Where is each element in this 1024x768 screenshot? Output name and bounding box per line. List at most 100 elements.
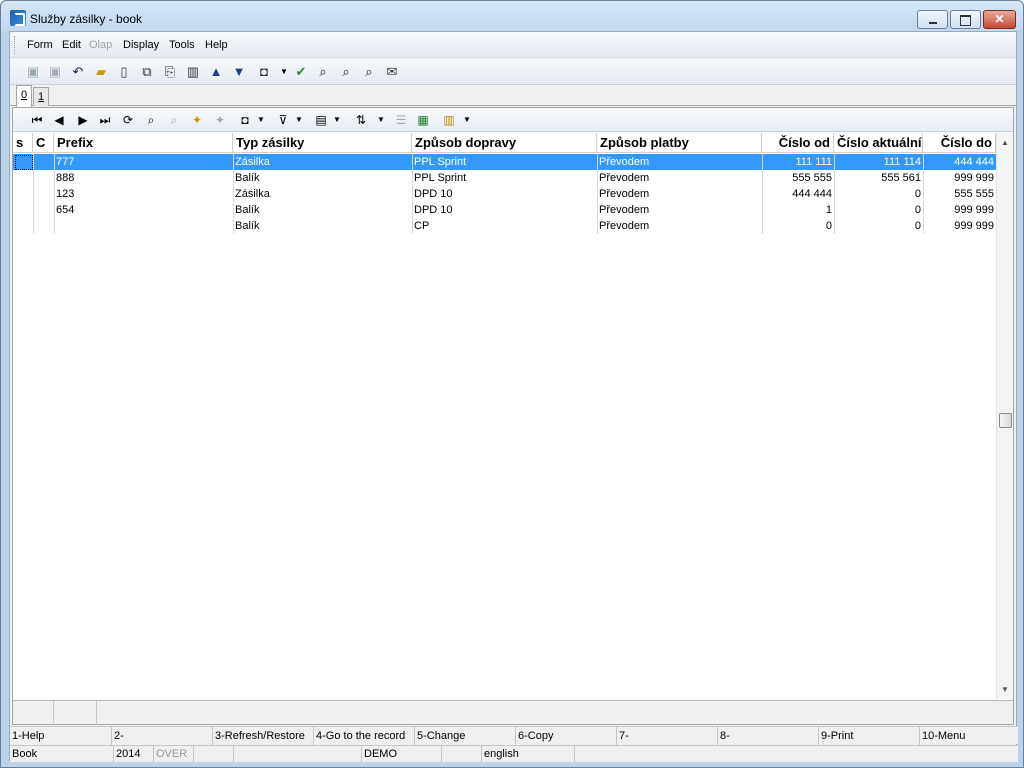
tab-0-label: 0 bbox=[20, 89, 28, 101]
vertical-scrollbar[interactable]: ▲ ▼ bbox=[996, 133, 1013, 699]
cell-cislo-aktualni: 111 114 bbox=[883, 156, 921, 168]
column-header-c[interactable]: C bbox=[33, 133, 54, 153]
undo-icon[interactable]: ↶ bbox=[70, 64, 86, 80]
move-down-icon[interactable]: ▼ bbox=[231, 64, 247, 80]
mark-add-icon[interactable]: ✦ bbox=[189, 112, 205, 128]
book-icon[interactable]: ▥ bbox=[185, 64, 201, 80]
report-icon[interactable]: ▥ bbox=[441, 112, 457, 128]
camera-dropdown-icon[interactable]: ▼ bbox=[276, 64, 292, 80]
open-folder-icon[interactable]: ▰ bbox=[93, 64, 109, 80]
maximize-icon bbox=[951, 12, 980, 26]
refresh-check-icon[interactable]: ✔ bbox=[293, 64, 309, 80]
menu-help[interactable]: Help bbox=[205, 39, 228, 51]
menu-edit[interactable]: Edit bbox=[62, 39, 81, 51]
app-icon bbox=[10, 10, 26, 26]
column-header-zpusob-dopravy[interactable]: Způsob dopravy bbox=[412, 133, 597, 153]
fkey-8[interactable]: 8- bbox=[717, 727, 818, 745]
scroll-thumb[interactable] bbox=[999, 413, 1012, 428]
fkey-2[interactable]: 2- bbox=[111, 727, 212, 745]
tab-1-label: 1 bbox=[37, 91, 45, 103]
column-header-prefix[interactable]: Prefix bbox=[54, 133, 233, 153]
columns-dropdown-icon[interactable]: ▼ bbox=[333, 112, 341, 128]
fkey-7[interactable]: 7- bbox=[616, 727, 717, 745]
table-row[interactable]: 888 Balík PPL Sprint Převodem 555 555 555 561… bbox=[13, 170, 996, 186]
refresh-icon[interactable]: ⟳ bbox=[120, 112, 136, 128]
column-header-typ-zasilky[interactable]: Typ zásilky bbox=[233, 133, 412, 153]
fkey-9[interactable]: 9-Print bbox=[818, 727, 919, 745]
column-separator bbox=[33, 154, 34, 234]
camera-dropdown-icon[interactable]: ▼ bbox=[257, 112, 265, 128]
columns-icon[interactable]: ▤ bbox=[313, 112, 329, 128]
menu-display[interactable]: Display bbox=[123, 39, 159, 51]
column-header-cislo-do[interactable]: Číslo do bbox=[923, 133, 996, 153]
next-record-icon[interactable]: ▶ bbox=[75, 112, 91, 128]
column-header-s[interactable]: s bbox=[13, 133, 33, 153]
table-row[interactable]: Balík CP Převodem 0 0 999 999 bbox=[13, 218, 996, 234]
filter-dropdown-icon[interactable]: ▼ bbox=[295, 112, 303, 128]
minimize-button[interactable] bbox=[917, 10, 948, 29]
new-document-icon[interactable]: ▯ bbox=[116, 64, 132, 80]
cell-zpusob-dopravy: PPL Sprint bbox=[414, 156, 467, 168]
table-row[interactable]: 777 Zásilka PPL Sprint Převodem 111 111 111 1… bbox=[13, 154, 996, 170]
mail-icon[interactable]: ✉ bbox=[384, 64, 400, 80]
cell-typ-zasilky: Zásilka bbox=[235, 156, 270, 168]
cell-prefix: 654 bbox=[56, 204, 75, 216]
fkey-1[interactable]: 1-Help bbox=[10, 727, 111, 745]
column-header-zpusob-platby[interactable]: Způsob platby bbox=[597, 133, 762, 153]
fkey-4[interactable]: 4-Go to the record bbox=[313, 727, 414, 745]
previous-record-icon[interactable]: ◀ bbox=[51, 112, 67, 128]
window-title: Služby zásilky - book bbox=[30, 12, 143, 26]
report-dropdown-icon[interactable]: ▼ bbox=[463, 112, 471, 128]
table-row[interactable]: 123 Zásilka DPD 10 Převodem 444 444 0 555 555 bbox=[13, 186, 996, 202]
sort-dropdown-icon[interactable]: ▼ bbox=[377, 112, 385, 128]
menu-bar: Form Edit Olap Display Tools Help bbox=[10, 32, 1016, 58]
column-separator bbox=[834, 154, 835, 234]
column-separator bbox=[762, 154, 763, 234]
copy-icon[interactable]: ⧉ bbox=[139, 64, 155, 80]
close-icon: ✕ bbox=[994, 12, 1005, 26]
main-toolbar: ▣ ▣ ↶ ▰ ▯ ⧉ ⎘ ▥ ▲ ▼ ◘ ▼ ✔ ⌕ ⌕ ⌕ ✉ bbox=[10, 59, 1016, 85]
minimize-icon bbox=[918, 12, 947, 24]
status-empty-3 bbox=[442, 746, 482, 763]
column-separator bbox=[597, 154, 598, 234]
menu-form[interactable]: Form bbox=[27, 39, 53, 51]
fkey-3[interactable]: 3-Refresh/Restore bbox=[212, 727, 313, 745]
cell-zpusob-dopravy: DPD 10 bbox=[414, 188, 453, 200]
sort-icon[interactable]: ⇅ bbox=[353, 112, 369, 128]
find-edit-icon[interactable]: ⌕ bbox=[361, 64, 377, 80]
paste-icon[interactable]: ⎘ bbox=[162, 64, 178, 80]
tab-1[interactable]: 1 bbox=[33, 87, 49, 106]
camera-icon[interactable]: ◘ bbox=[237, 112, 253, 128]
cell-zpusob-platby: Převodem bbox=[599, 172, 650, 184]
save-all-icon: ▣ bbox=[48, 64, 62, 79]
table-row[interactable]: 654 Balík DPD 10 Převodem 1 0 999 999 bbox=[13, 202, 996, 218]
footer-separator bbox=[53, 701, 54, 725]
records-grid: s C Prefix Typ zásilky Způsob dopravy Zp… bbox=[13, 133, 1013, 699]
scroll-down-icon[interactable]: ▼ bbox=[997, 682, 1013, 698]
menu-olap: Olap bbox=[89, 39, 113, 51]
fkey-6[interactable]: 6-Copy bbox=[515, 727, 616, 745]
find-icon[interactable]: ⌕ bbox=[315, 64, 331, 80]
tab-0[interactable]: 0 bbox=[16, 85, 32, 107]
cell-typ-zasilky: Balík bbox=[235, 172, 260, 184]
fkey-10[interactable]: 10-Menu bbox=[919, 727, 1018, 745]
first-record-icon[interactable]: ⏮ bbox=[29, 112, 45, 128]
filter-icon[interactable]: ⊽ bbox=[275, 112, 291, 128]
cell-cislo-do: 999 999 bbox=[954, 220, 994, 232]
fkey-5[interactable]: 5-Change bbox=[414, 727, 515, 745]
menu-tools[interactable]: Tools bbox=[169, 39, 195, 51]
maximize-button[interactable] bbox=[950, 10, 981, 29]
column-header-cislo-aktualni[interactable]: Číslo aktuální bbox=[834, 133, 923, 153]
move-up-icon[interactable]: ▲ bbox=[208, 64, 224, 80]
app-window: Služby zásilky - book ✕ Form Edit Olap D… bbox=[0, 0, 1024, 768]
close-button[interactable]: ✕ bbox=[983, 10, 1016, 29]
title-bar[interactable]: Služby zásilky - book ✕ bbox=[1, 1, 1023, 31]
excel-export-icon[interactable]: ▦ bbox=[415, 112, 431, 128]
last-record-icon[interactable]: ⏭ bbox=[97, 112, 113, 128]
scroll-up-icon[interactable]: ▲ bbox=[997, 135, 1013, 151]
find-next-icon[interactable]: ⌕ bbox=[338, 64, 354, 80]
cell-cislo-aktualni: 555 561 bbox=[881, 172, 921, 184]
camera-icon[interactable]: ◘ bbox=[256, 64, 272, 80]
column-header-cislo-od[interactable]: Číslo od bbox=[762, 133, 834, 153]
find-icon[interactable]: ⌕ bbox=[143, 112, 159, 128]
